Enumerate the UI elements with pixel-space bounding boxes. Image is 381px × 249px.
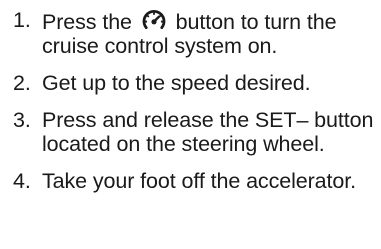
- step-text: Take your foot off the accelerator.: [42, 169, 357, 193]
- cruise-control-speedometer-icon: [139, 8, 169, 32]
- step-number: 3.: [13, 108, 31, 132]
- step-number: 1.: [13, 8, 31, 32]
- step-2: 2. Get up to the speed desired.: [0, 71, 381, 95]
- step-3: 3. Press and release the SET– button loc…: [0, 108, 381, 156]
- step-text: Get up to the speed desired.: [42, 71, 311, 95]
- step-number: 2.: [13, 71, 31, 95]
- step-4: 4. Take your foot off the accelerator.: [0, 169, 381, 193]
- step-text-before: Press the: [42, 10, 132, 34]
- cruise-control-steps: 1. Press the button to turn the cruise c…: [0, 0, 381, 193]
- step-number: 4.: [13, 169, 31, 193]
- step-text: Press and release the SET– button locate…: [42, 108, 374, 156]
- step-1: 1. Press the button to turn the cruise c…: [0, 8, 381, 58]
